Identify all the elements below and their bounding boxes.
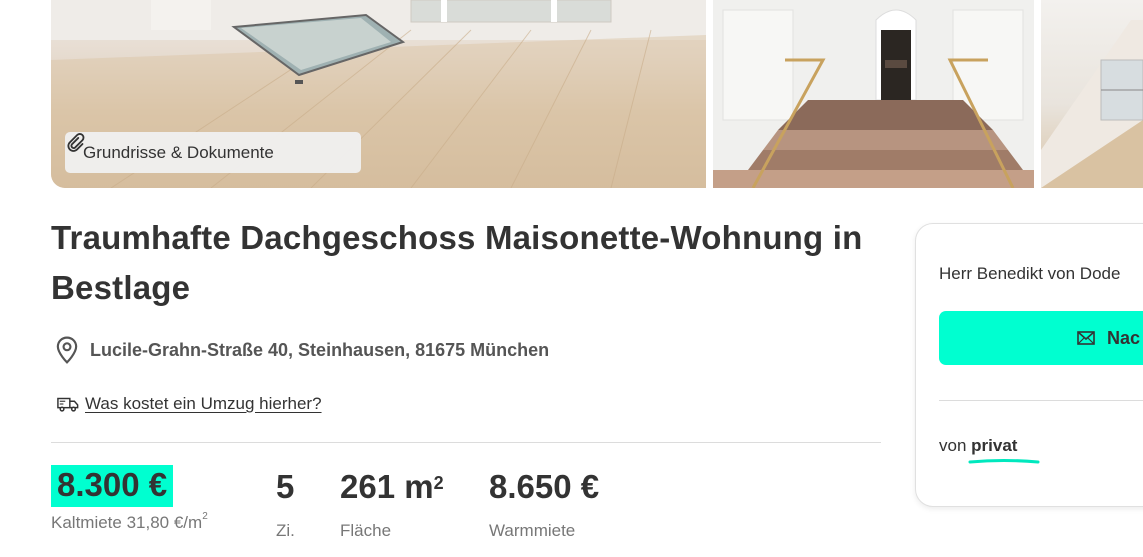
cold-rent-value: 8.300 € xyxy=(51,465,174,507)
documents-button[interactable]: Grundrisse & Dokumente xyxy=(65,132,361,173)
rooms-label: Zi. xyxy=(276,521,295,540)
seller-type: von privat xyxy=(939,436,1040,464)
area-label: Fläche xyxy=(340,521,392,540)
cold-rent-label: Kaltmiete 31,80 €/m2 xyxy=(51,511,208,532)
message-button[interactable]: Nac xyxy=(939,311,1143,365)
stairway-image xyxy=(713,0,1034,188)
listing-title: Traumhafte Dachgeschoss Maisonette-Wohnu… xyxy=(51,219,863,306)
seller-type-value: privat xyxy=(971,436,1018,455)
fact-warm-rent: 8.650 € Warmmiete xyxy=(489,467,599,541)
gallery-photo-stairway[interactable] xyxy=(713,0,1034,188)
address-row: Lucile-Grahn-Straße 40, Steinhausen, 816… xyxy=(54,336,549,364)
moving-cost-link-text: Was kostet ein Umzug hierher? xyxy=(85,394,322,413)
contact-name: Herr Benedikt von Dode xyxy=(939,264,1121,283)
address-text: Lucile-Grahn-Straße 40, Steinhausen, 816… xyxy=(90,339,550,360)
fact-area: 261 m2 Fläche xyxy=(340,467,444,541)
fact-rooms: 5 Zi. xyxy=(276,467,295,541)
moving-cost-link[interactable]: Was kostet ein Umzug hierher? xyxy=(57,394,322,414)
message-button-label: Nac xyxy=(1107,327,1141,348)
gallery-photo-attic[interactable] xyxy=(1041,0,1143,188)
image-gallery: Grundrisse & Dokumente xyxy=(51,0,1143,188)
truck-icon xyxy=(57,397,79,412)
contact-card: Herr Benedikt von Dode Nac von privat xyxy=(915,223,1143,507)
card-divider xyxy=(939,400,1143,401)
paperclip-icon xyxy=(67,133,85,152)
documents-button-label: Grundrisse & Dokumente xyxy=(83,142,274,162)
location-pin-icon xyxy=(56,336,78,364)
attic-image xyxy=(1041,20,1143,188)
area-value: 261 m2 xyxy=(340,468,444,505)
warm-rent-label: Warmmiete xyxy=(489,521,576,540)
seller-prefix: von xyxy=(939,436,972,455)
section-divider xyxy=(51,442,881,443)
warm-rent-value: 8.650 € xyxy=(489,468,600,505)
rooms-value: 5 xyxy=(276,468,295,505)
highlight-underline xyxy=(968,459,1040,464)
fact-cold-rent: 8.300 € Kaltmiete 31,80 €/m2 xyxy=(51,465,208,533)
gallery-photo-living-room[interactable]: Grundrisse & Dokumente xyxy=(51,0,706,188)
envelope-icon xyxy=(1077,331,1095,345)
